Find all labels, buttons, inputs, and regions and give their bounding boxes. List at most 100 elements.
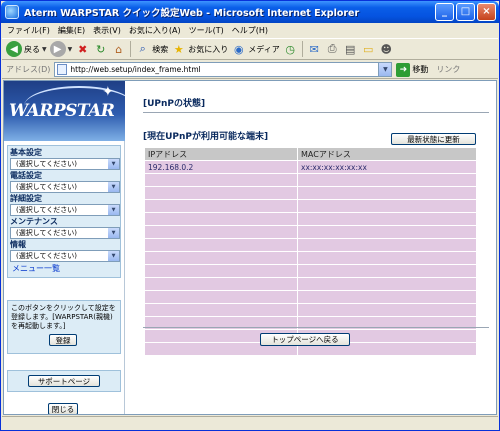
register-panel: このボタンをクリックして設定を登録します。[WARPSTAR(親機)を再起動しま… (7, 300, 121, 354)
nav-group-basic: 基本設定 (選択してください) ▼ (10, 148, 120, 170)
address-dropdown-icon[interactable]: ▼ (378, 63, 392, 76)
select-basic[interactable]: (選択してください) ▼ (10, 158, 120, 170)
mac-address-cell (298, 200, 476, 212)
go-button[interactable]: ➜ 移動 (396, 62, 429, 77)
messenger-icon[interactable]: ☻ (379, 42, 394, 57)
table-row: 192.168.0.2 xx:xx:xx:xx:xx:xx (145, 161, 476, 173)
favorites-label: お気に入り (188, 44, 229, 54)
table-row (145, 265, 476, 277)
toolbar-separator (301, 41, 303, 57)
ie-icon (5, 5, 19, 19)
forward-arrow-icon: ▶ (49, 41, 66, 57)
print-icon[interactable]: ⎙ (325, 42, 340, 57)
back-to-top-button[interactable]: トップページへ戻る (260, 333, 350, 346)
refresh-status-button[interactable]: 最新状態に更新 (391, 133, 476, 145)
forward-button[interactable]: ▶ ▼ (49, 41, 72, 57)
toolbar: ◀ 戻る ▼ ▶ ▼ ✖ ↻ ⌂ ⌕ 検索 ★ お気に入り ◉ メディア ◷ ✉… (2, 38, 498, 60)
mac-address-cell (298, 226, 476, 238)
mac-address-cell (298, 278, 476, 290)
close-button[interactable]: 閉じる (48, 403, 78, 414)
mac-address-cell (298, 265, 476, 277)
ip-address-cell (145, 265, 297, 277)
table-row (145, 278, 476, 290)
ip-address-cell (145, 174, 297, 186)
menu-view[interactable]: 表示(V) (93, 25, 121, 36)
table-row (145, 187, 476, 199)
chevron-down-icon: ▼ (108, 251, 119, 261)
close-window-button[interactable]: × (477, 3, 496, 21)
table-row (145, 200, 476, 212)
menu-favorites[interactable]: お気に入り(A) (129, 25, 181, 36)
register-button[interactable]: 登録 (49, 334, 77, 346)
select-advanced-value: (選択してください) (16, 206, 78, 214)
menu-file[interactable]: ファイル(F) (7, 25, 50, 36)
select-phone-value: (選択してください) (16, 183, 78, 191)
support-panel: サポートページ (7, 370, 121, 392)
back-label: 戻る (24, 44, 40, 54)
address-url: http://web.setup/index_frame.html (70, 65, 201, 74)
nav-label-maintenance: メンテナンス (10, 217, 58, 226)
ip-address-cell (145, 187, 297, 199)
edit-icon[interactable]: ▤ (343, 42, 358, 57)
table-row (145, 226, 476, 238)
mac-address-cell (298, 304, 476, 316)
maximize-button[interactable]: □ (456, 3, 475, 21)
nav-group-maintenance: メンテナンス (選択してください) ▼ (10, 217, 120, 239)
address-label: アドレス(D) (6, 65, 51, 74)
status-bar (2, 416, 498, 430)
page-icon (57, 64, 68, 75)
support-page-button[interactable]: サポートページ (28, 375, 100, 387)
star-icon: ★ (173, 42, 184, 56)
select-advanced[interactable]: (選択してください) ▼ (10, 204, 120, 216)
menu-edit[interactable]: 編集(E) (58, 25, 85, 36)
title-bar[interactable]: Aterm WARPSTAR クイック設定Web - Microsoft Int… (1, 1, 499, 23)
media-button[interactable]: ◉ メディア (231, 42, 280, 57)
ip-address-cell (145, 213, 297, 225)
table-row (145, 174, 476, 186)
media-icon: ◉ (233, 42, 244, 56)
upnp-devices-table: IPアドレス MACアドレス 192.168.0.2 xx:xx:xx:xx:xx… (144, 147, 477, 356)
select-phone[interactable]: (選択してください) ▼ (10, 181, 120, 193)
title-rule (143, 112, 489, 113)
mac-address-cell (298, 213, 476, 225)
back-button[interactable]: ◀ 戻る ▼ (6, 41, 47, 57)
mail-icon[interactable]: ✉ (307, 42, 322, 57)
history-icon[interactable]: ◷ (283, 42, 298, 57)
ip-address-cell (145, 239, 297, 251)
page-title: [UPnPの状態] (143, 99, 206, 109)
refresh-icon[interactable]: ↻ (93, 42, 108, 57)
table-row (145, 252, 476, 264)
folder-icon[interactable]: ▭ (361, 42, 376, 57)
stop-icon[interactable]: ✖ (75, 42, 90, 57)
menu-list-link[interactable]: メニュー一覧 (10, 263, 118, 274)
search-button[interactable]: ⌕ 検索 (135, 42, 169, 57)
links-button[interactable]: リンク (436, 64, 460, 75)
mac-address-cell (298, 252, 476, 264)
mac-address-cell (298, 187, 476, 199)
toolbar-separator (130, 41, 132, 57)
go-label: 移動 (412, 65, 429, 74)
section-title: [現在UPnPが利用可能な端末] (143, 132, 269, 142)
address-bar: アドレス(D) http://web.setup/index_frame.htm… (2, 61, 498, 79)
table-row (145, 239, 476, 251)
column-header-ip: IPアドレス (145, 148, 297, 160)
home-icon[interactable]: ⌂ (111, 42, 126, 57)
go-arrow-icon: ➜ (396, 62, 411, 77)
nav-label-advanced: 詳細設定 (10, 194, 42, 203)
minimize-button[interactable]: _ (435, 3, 454, 21)
logo-text: WARPSTAR (9, 101, 115, 121)
menu-help[interactable]: ヘルプ(H) (232, 25, 268, 36)
chevron-down-icon: ▼ (108, 228, 119, 238)
ip-address-cell (145, 252, 297, 264)
menu-tools[interactable]: ツール(T) (189, 25, 224, 36)
favorites-button[interactable]: ★ お気に入り (171, 42, 228, 57)
select-basic-value: (選択してください) (16, 160, 78, 168)
table-header-row: IPアドレス MACアドレス (145, 148, 476, 160)
nav-group-advanced: 詳細設定 (選択してください) ▼ (10, 194, 120, 216)
sidebar-frame: ✦ WARPSTAR 基本設定 (選択してください) ▼ 電話設定 (選択してく… (4, 81, 125, 414)
select-info[interactable]: (選択してください) ▼ (10, 250, 120, 262)
address-input[interactable]: http://web.setup/index_frame.html ▼ (54, 62, 393, 77)
select-maintenance[interactable]: (選択してください) ▼ (10, 227, 120, 239)
column-header-mac: MACアドレス (298, 148, 476, 160)
ip-address-cell: 192.168.0.2 (145, 161, 297, 173)
